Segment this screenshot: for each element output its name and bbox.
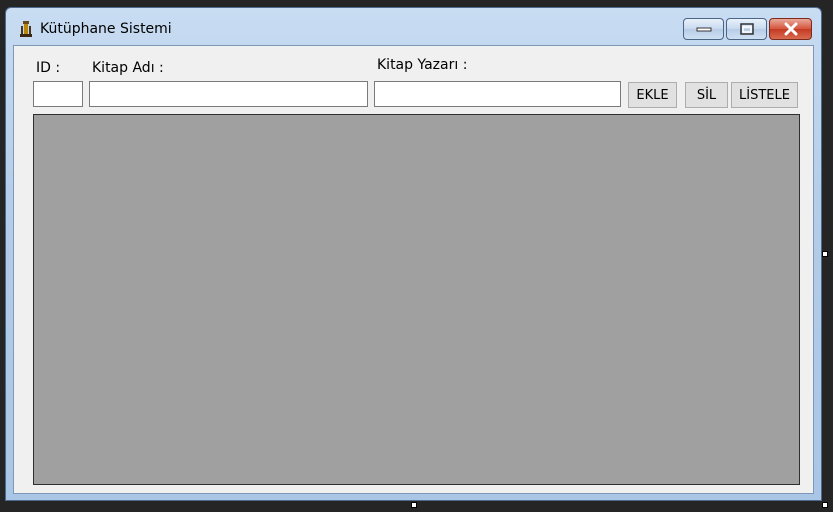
close-button[interactable] bbox=[769, 18, 812, 40]
book-name-field[interactable] bbox=[89, 81, 368, 107]
add-button[interactable]: EKLE bbox=[628, 82, 677, 108]
designer-surface: Kütüphane Sistemi ID : Kitap Adı : Kitap… bbox=[0, 0, 833, 512]
title-bar[interactable]: Kütüphane Sistemi bbox=[6, 8, 821, 44]
book-author-field[interactable] bbox=[374, 81, 621, 107]
resize-handle-bottom[interactable] bbox=[411, 502, 417, 508]
book-author-label: Kitap Yazarı : bbox=[377, 57, 468, 73]
book-name-label: Kitap Adı : bbox=[92, 60, 164, 76]
book-stand-icon bbox=[20, 21, 32, 37]
resize-handle-corner[interactable] bbox=[822, 502, 828, 508]
form-client-area: ID : Kitap Adı : Kitap Yazarı : EKLE SİL… bbox=[13, 45, 814, 494]
id-field[interactable] bbox=[33, 81, 83, 107]
id-label: ID : bbox=[36, 60, 61, 76]
maximize-button[interactable] bbox=[726, 18, 767, 40]
window-title: Kütüphane Sistemi bbox=[40, 21, 172, 37]
close-icon bbox=[784, 22, 797, 36]
delete-button[interactable]: SİL bbox=[685, 82, 728, 108]
list-button[interactable]: LİSTELE bbox=[731, 82, 798, 108]
books-data-grid[interactable] bbox=[33, 114, 800, 485]
resize-handle-right[interactable] bbox=[822, 251, 828, 257]
minimize-icon bbox=[696, 27, 711, 32]
minimize-button[interactable] bbox=[683, 18, 724, 40]
form-window: Kütüphane Sistemi ID : Kitap Adı : Kitap… bbox=[5, 7, 822, 501]
maximize-icon bbox=[739, 23, 754, 35]
